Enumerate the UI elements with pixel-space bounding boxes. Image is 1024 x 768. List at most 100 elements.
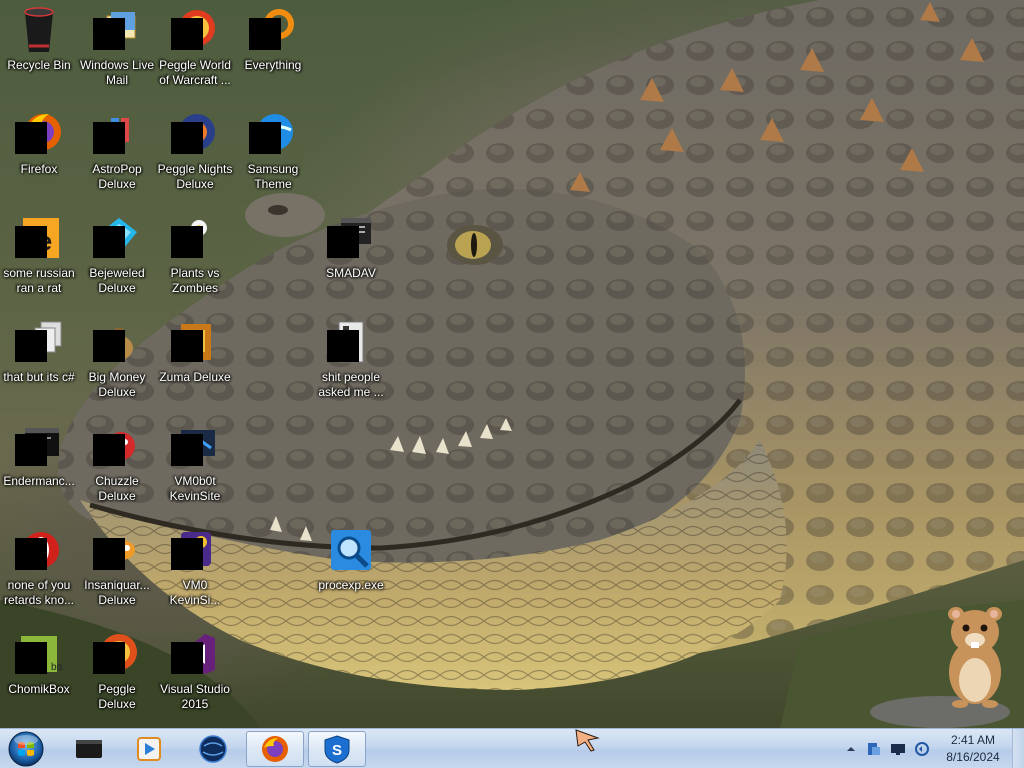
- volume-icon[interactable]: [914, 741, 930, 757]
- chomikbox-icon: box: [15, 630, 67, 678]
- console-window-icon: [15, 422, 63, 470]
- desktop-icon-label: Bejeweled Deluxe: [89, 266, 145, 295]
- network-share-icon[interactable]: [866, 741, 882, 757]
- svg-text:box: box: [51, 662, 63, 673]
- redaction-box: [171, 642, 203, 674]
- taskbar-globe-button[interactable]: [184, 731, 242, 767]
- desktop-icon-label: Peggle Nights Deluxe: [157, 162, 233, 191]
- desktop-icon-label: Windows Live Mail: [79, 58, 155, 87]
- mail-icon: [93, 6, 141, 54]
- desktop-icon-astropop-deluxe[interactable]: AstroPop Deluxe: [78, 104, 156, 204]
- visual-studio-icon: [171, 630, 219, 678]
- desktop-icon-none-of-you-retards[interactable]: none of you retards kno...: [0, 520, 78, 620]
- desktop-icon-procexp[interactable]: procexp.exe: [312, 520, 390, 620]
- redaction-box: [93, 18, 125, 50]
- redaction-box: [93, 642, 125, 674]
- desktop-icon-bejeweled-deluxe[interactable]: Bejeweled Deluxe: [78, 208, 156, 308]
- desktop-icon-label: ChomikBox: [8, 682, 70, 696]
- desktop-icon-plants-vs-zombies[interactable]: Plants vs Zombies: [156, 208, 234, 308]
- desktop-icon-label: shit people asked me ...: [318, 370, 384, 399]
- desktop-icon-samsung-theme[interactable]: Samsung Theme: [234, 104, 312, 204]
- redaction-box: [15, 226, 47, 258]
- redaction-box: [93, 434, 125, 466]
- desktop-icon-label: VM0 KevinSi...: [169, 578, 221, 607]
- desktop-icon-big-money-deluxe[interactable]: Big Money Deluxe: [78, 312, 156, 412]
- taskbar-media-player-button[interactable]: [120, 731, 178, 767]
- peggle-icon: [93, 630, 141, 678]
- display-icon[interactable]: [890, 741, 906, 757]
- globe-icon: [199, 735, 227, 763]
- redaction-box: [171, 226, 203, 258]
- recycle-bin-icon: [15, 6, 63, 54]
- desktop-icon-insaniquarium-deluxe[interactable]: Insaniquar... Deluxe: [78, 520, 156, 620]
- redaction-box: [93, 226, 125, 258]
- taskbar: S 2:41 AM 8/16/2024: [0, 728, 1024, 768]
- desktop-icon-peggle-deluxe[interactable]: Peggle Deluxe: [78, 624, 156, 724]
- desktop-icon-recycle-bin[interactable]: Recycle Bin: [0, 0, 78, 100]
- desktop-icon-label: that but its c#: [3, 370, 75, 384]
- redaction-box: [171, 538, 203, 570]
- desktop-icon-label: procexp.exe: [318, 578, 384, 592]
- taskbar-firefox-button[interactable]: [246, 731, 304, 767]
- taskbar-smadav-button[interactable]: S: [308, 731, 366, 767]
- clock-time: 2:41 AM: [950, 733, 996, 747]
- desktop-icon-label: Peggle World of Warcraft ...: [159, 58, 231, 87]
- desktop-icon-label: Samsung Theme: [247, 162, 299, 191]
- bejeweled-icon: [93, 214, 141, 262]
- redaction-box: [93, 122, 125, 154]
- redaction-box: [171, 330, 203, 362]
- desktop-icon-shit-people-asked-me[interactable]: shit people asked me ...: [312, 312, 390, 412]
- desktop-icon-chomikbox[interactable]: box ChomikBox: [0, 624, 78, 724]
- desktop-icon-firefox[interactable]: Firefox: [0, 104, 78, 204]
- desktop-icon-label: Visual Studio 2015: [160, 682, 230, 711]
- desktop-icon-vm0-kevinsite[interactable]: VM0 KevinSi...: [156, 520, 234, 620]
- pvz-icon: [171, 214, 219, 262]
- hamster-desktop-pet[interactable]: [940, 600, 1010, 710]
- redaction-box: [15, 330, 47, 362]
- desktop-icon-label: AstroPop Deluxe: [92, 162, 142, 191]
- firefox-icon: [262, 736, 288, 762]
- ae-project-icon: e: [15, 214, 63, 262]
- taskbar-terminal-button[interactable]: [60, 731, 118, 767]
- desktop-icon-vm0b0t-kevinsite[interactable]: VM0b0t KevinSite: [156, 416, 234, 516]
- windows-start-orb-icon: [8, 731, 44, 767]
- desktop-icon-label: none of you retards kno...: [3, 578, 75, 607]
- start-button[interactable]: [6, 730, 46, 768]
- system-clock[interactable]: 2:41 AM 8/16/2024: [934, 732, 1012, 766]
- fish-icon: [93, 526, 141, 574]
- redaction-box: [171, 122, 203, 154]
- opera-icon: [15, 526, 63, 574]
- desktop-icon-visual-studio-2015[interactable]: Visual Studio 2015: [156, 624, 234, 724]
- desktop-icon-label: VM0b0t KevinSite: [169, 474, 221, 503]
- redaction-box: [15, 642, 47, 674]
- desktop-icon-everything[interactable]: Everything: [234, 0, 312, 100]
- peggle-wow-icon: [171, 6, 219, 54]
- desktop-icon-windows-live-mail[interactable]: Windows Live Mail: [78, 0, 156, 100]
- desktop-icon-label: Big Money Deluxe: [88, 370, 146, 399]
- desktop-icon-peggle-world-of-warcraft[interactable]: Peggle World of Warcraft ...: [156, 0, 234, 100]
- redaction-box: [15, 434, 47, 466]
- money-bag-icon: [93, 318, 141, 366]
- mouse-cursor: [575, 729, 600, 752]
- desktop-icon-zuma-deluxe[interactable]: Zuma Deluxe: [156, 312, 234, 412]
- redaction-box: [171, 18, 203, 50]
- desktop-icon-that-but-its-csharp[interactable]: that but its c#: [0, 312, 78, 412]
- desktop-icon-label: Endermanc...: [3, 474, 75, 488]
- show-desktop-button[interactable]: [1012, 729, 1024, 768]
- vm-icon: [171, 422, 219, 470]
- desktop-icon-endermanch[interactable]: Endermanc...: [0, 416, 78, 516]
- desktop-icon-label: some russian ran a rat: [3, 266, 75, 295]
- show-hidden-icons-chevron-icon[interactable]: [846, 741, 862, 757]
- redaction-box: [93, 538, 125, 570]
- zuma-icon: [171, 318, 219, 366]
- redaction-box: [171, 434, 203, 466]
- desktop-icon-label: Insaniquar... Deluxe: [84, 578, 150, 607]
- desktop-icon-peggle-nights-deluxe[interactable]: Peggle Nights Deluxe: [156, 104, 234, 204]
- terminal-icon: [76, 740, 102, 758]
- desktop-icon-label: Everything: [244, 58, 302, 72]
- astropop-icon: [93, 110, 141, 158]
- desktop-icon-smadav[interactable]: SMADAV: [312, 208, 390, 308]
- desktop-icon-chuzzle-deluxe[interactable]: Chuzzle Deluxe: [78, 416, 156, 516]
- desktop-icon-some-russian-ran-a-rat[interactable]: e some russian ran a rat: [0, 208, 78, 308]
- redaction-box: [93, 330, 125, 362]
